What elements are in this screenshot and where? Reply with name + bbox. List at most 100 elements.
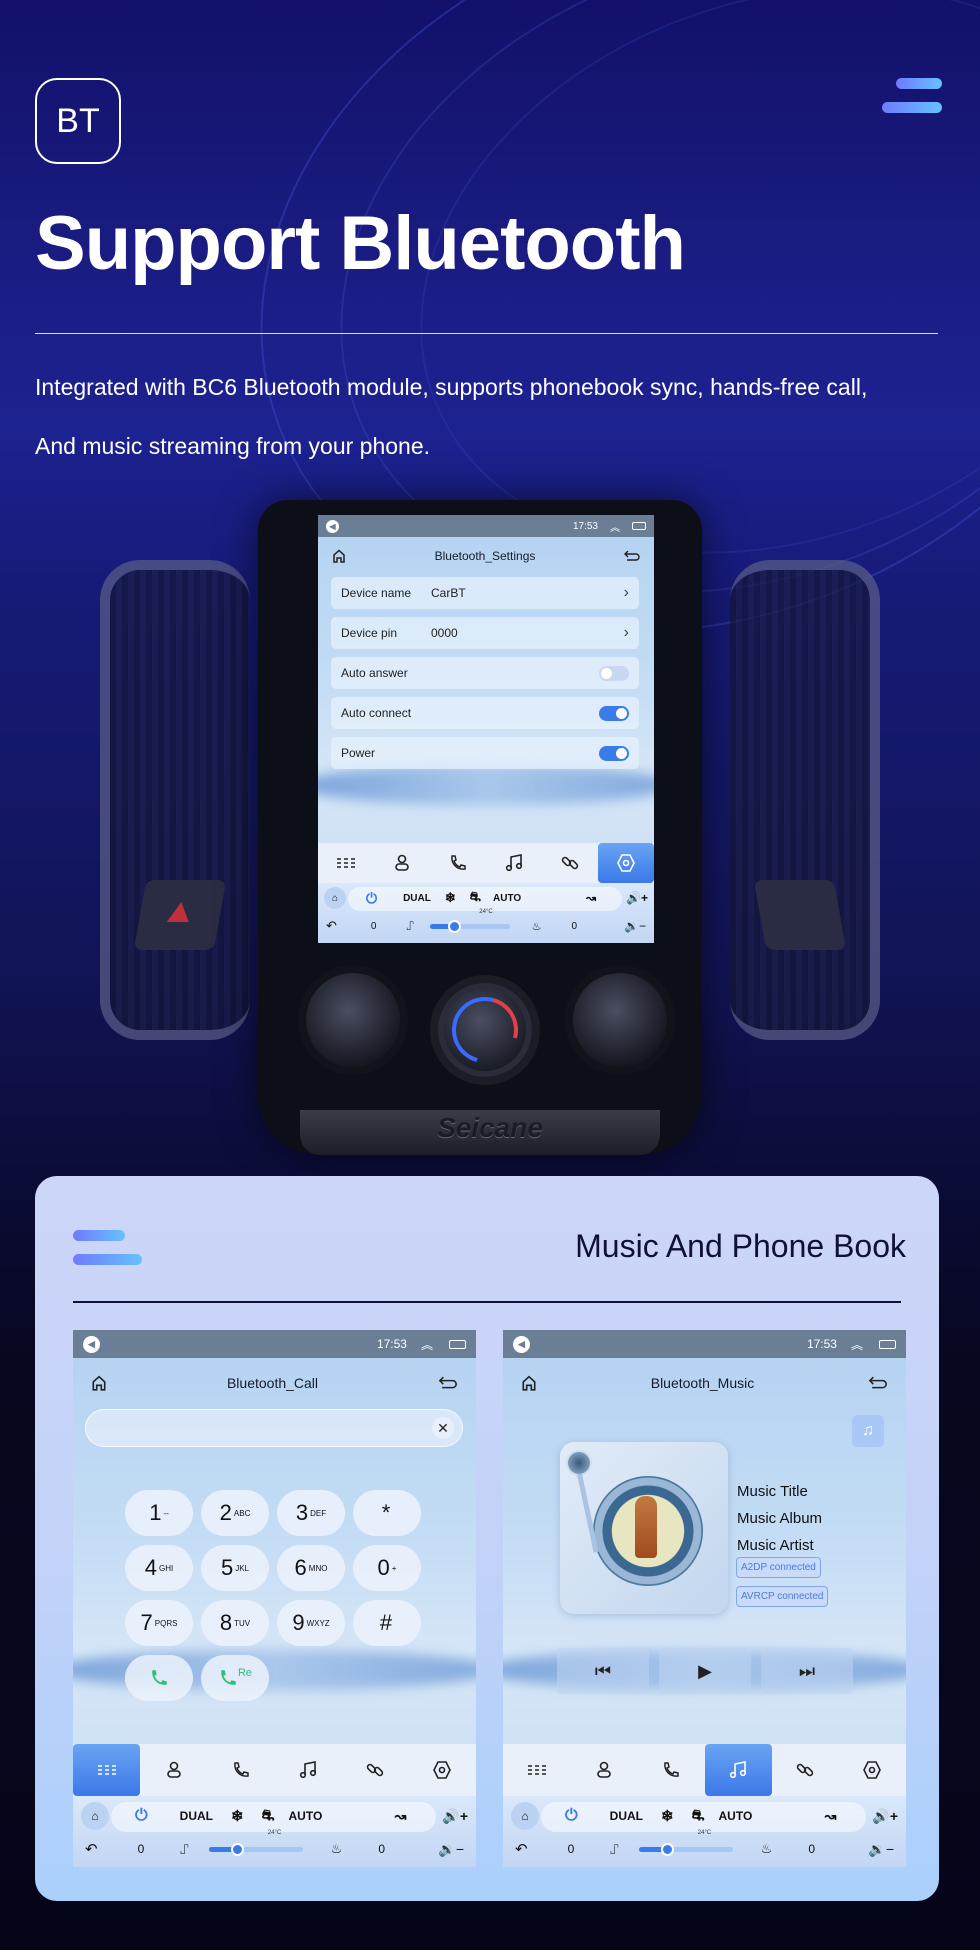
- volume-up-icon[interactable]: 🔊+: [442, 1808, 468, 1825]
- keypad-key[interactable]: 9 WXYZ: [277, 1600, 345, 1646]
- auto-button[interactable]: AUTO: [289, 1809, 323, 1823]
- keypad-key[interactable]: 8 TUV: [201, 1600, 269, 1646]
- home-button[interactable]: ⌂: [81, 1802, 109, 1830]
- dock-item-call-log[interactable]: [207, 1744, 274, 1796]
- dual-button[interactable]: DUAL: [403, 893, 431, 904]
- fan-speed-slider[interactable]: [429, 919, 510, 933]
- toggle-switch[interactable]: [599, 665, 629, 681]
- keypad-key[interactable]: 0 +: [353, 1545, 421, 1591]
- airflow-icon[interactable]: ↝: [586, 891, 596, 905]
- volume-down-icon[interactable]: 🔉−: [438, 1841, 464, 1858]
- seat-heat-icon[interactable]: ♨: [532, 920, 542, 933]
- dock-item-music[interactable]: [486, 843, 542, 883]
- settings-row-device-name[interactable]: Device name CarBT ›: [331, 577, 639, 609]
- back-arrow-icon[interactable]: ↶: [326, 918, 337, 934]
- keypad-key[interactable]: 3 DEF: [277, 1490, 345, 1536]
- volume-icon[interactable]: ◀: [83, 1335, 100, 1353]
- keypad-key[interactable]: 4 GHI: [125, 1545, 193, 1591]
- expand-icon[interactable]: ︽: [610, 519, 620, 534]
- music-source-button[interactable]: ♫: [852, 1415, 884, 1447]
- dock-item-dialpad[interactable]: [503, 1744, 570, 1796]
- airflow-icon[interactable]: ↝: [825, 1808, 837, 1825]
- clear-icon[interactable]: ✕: [432, 1417, 454, 1439]
- recent-apps-icon[interactable]: [449, 1339, 466, 1349]
- seat-icon[interactable]: ⑀: [610, 1841, 618, 1857]
- dock-item-settings[interactable]: [598, 843, 654, 883]
- fan-speed-handle[interactable]: [230, 1842, 244, 1856]
- settings-row-auto-answer[interactable]: Auto answer: [331, 657, 639, 689]
- auto-button[interactable]: AUTO: [719, 1809, 753, 1823]
- settings-row-device-pin[interactable]: Device pin 0000 ›: [331, 617, 639, 649]
- power-icon[interactable]: ⏻: [135, 1807, 148, 1825]
- air-recirculation-icon[interactable]: ⛐: [470, 889, 481, 907]
- home-button[interactable]: ⌂: [511, 1802, 539, 1830]
- back-icon[interactable]: [438, 1376, 458, 1390]
- next-track-button[interactable]: ⏭: [761, 1648, 853, 1694]
- dock-item-music[interactable]: [275, 1744, 342, 1796]
- home-button[interactable]: ⌂: [324, 887, 346, 909]
- auto-button[interactable]: AUTO: [493, 893, 521, 904]
- dock-item-music[interactable]: [704, 1744, 772, 1796]
- settings-row-power[interactable]: Power: [331, 737, 639, 769]
- toggle-switch[interactable]: [599, 745, 629, 761]
- volume-up-icon[interactable]: 🔊+: [626, 891, 648, 905]
- home-icon[interactable]: [91, 1375, 107, 1391]
- dock-item-settings[interactable]: [839, 1744, 906, 1796]
- fan-speed-handle[interactable]: [660, 1842, 674, 1856]
- call-button[interactable]: [125, 1655, 193, 1701]
- dock-item-dialpad[interactable]: [318, 843, 374, 883]
- keypad-key[interactable]: 1 --: [125, 1490, 193, 1536]
- number-input[interactable]: ✕: [85, 1409, 463, 1447]
- power-icon[interactable]: ⏻: [366, 890, 377, 907]
- expand-icon[interactable]: ︽: [851, 1336, 863, 1353]
- dock-item-contacts[interactable]: [570, 1744, 637, 1796]
- dual-button[interactable]: DUAL: [180, 1809, 213, 1823]
- home-icon[interactable]: [332, 549, 346, 563]
- seat-heat-icon[interactable]: ♨: [331, 1841, 343, 1857]
- airflow-icon[interactable]: ↝: [395, 1808, 407, 1825]
- fan-speed-slider[interactable]: [208, 1842, 303, 1856]
- back-icon[interactable]: [868, 1376, 888, 1390]
- seat-icon[interactable]: ⑀: [180, 1841, 188, 1857]
- power-icon[interactable]: ⏻: [565, 1807, 578, 1825]
- volume-icon[interactable]: ◀: [513, 1335, 530, 1353]
- expand-icon[interactable]: ︽: [421, 1336, 433, 1353]
- dock-item-contacts[interactable]: [374, 843, 430, 883]
- volume-icon[interactable]: ◀: [326, 519, 339, 533]
- play-button[interactable]: ▶: [659, 1648, 751, 1694]
- dock-item-contacts[interactable]: [140, 1744, 207, 1796]
- dock-item-dialpad[interactable]: [73, 1744, 141, 1796]
- dock-item-call-log[interactable]: [637, 1744, 704, 1796]
- keypad-key[interactable]: 5 JKL: [201, 1545, 269, 1591]
- keypad-key[interactable]: 6 MNO: [277, 1545, 345, 1591]
- seat-heat-icon[interactable]: ♨: [761, 1841, 773, 1857]
- air-recirculation-icon[interactable]: ⛐: [692, 1807, 705, 1826]
- keypad-key[interactable]: 2 ABC: [201, 1490, 269, 1536]
- keypad-key[interactable]: *: [353, 1490, 421, 1536]
- volume-up-icon[interactable]: 🔊+: [872, 1808, 898, 1825]
- volume-down-icon[interactable]: 🔉−: [868, 1841, 894, 1858]
- seat-icon[interactable]: ⑀: [406, 919, 413, 933]
- back-arrow-icon[interactable]: ↶: [85, 1840, 98, 1858]
- back-icon[interactable]: [624, 550, 640, 562]
- defrost-snowflake-icon[interactable]: ❄: [445, 890, 456, 906]
- toggle-switch[interactable]: [599, 705, 629, 721]
- menu-icon[interactable]: [882, 78, 942, 114]
- volume-down-icon[interactable]: 🔉−: [624, 919, 646, 933]
- dual-button[interactable]: DUAL: [610, 1809, 643, 1823]
- air-recirculation-icon[interactable]: ⛐: [262, 1807, 275, 1826]
- previous-track-button[interactable]: ⏮: [557, 1648, 649, 1694]
- dock-item-call-log[interactable]: [430, 843, 486, 883]
- fan-speed-handle[interactable]: [447, 919, 461, 933]
- redial-button[interactable]: Re: [201, 1655, 269, 1701]
- defrost-snowflake-icon[interactable]: ❄: [231, 1807, 244, 1825]
- dock-item-settings[interactable]: [409, 1744, 476, 1796]
- recent-apps-icon[interactable]: [879, 1339, 896, 1349]
- settings-row-auto-connect[interactable]: Auto connect: [331, 697, 639, 729]
- home-icon[interactable]: [521, 1375, 537, 1391]
- recent-apps-icon[interactable]: [632, 522, 646, 530]
- dock-item-link[interactable]: [342, 1744, 409, 1796]
- dock-item-link[interactable]: [542, 843, 598, 883]
- keypad-key[interactable]: #: [353, 1600, 421, 1646]
- keypad-key[interactable]: 7 PQRS: [125, 1600, 193, 1646]
